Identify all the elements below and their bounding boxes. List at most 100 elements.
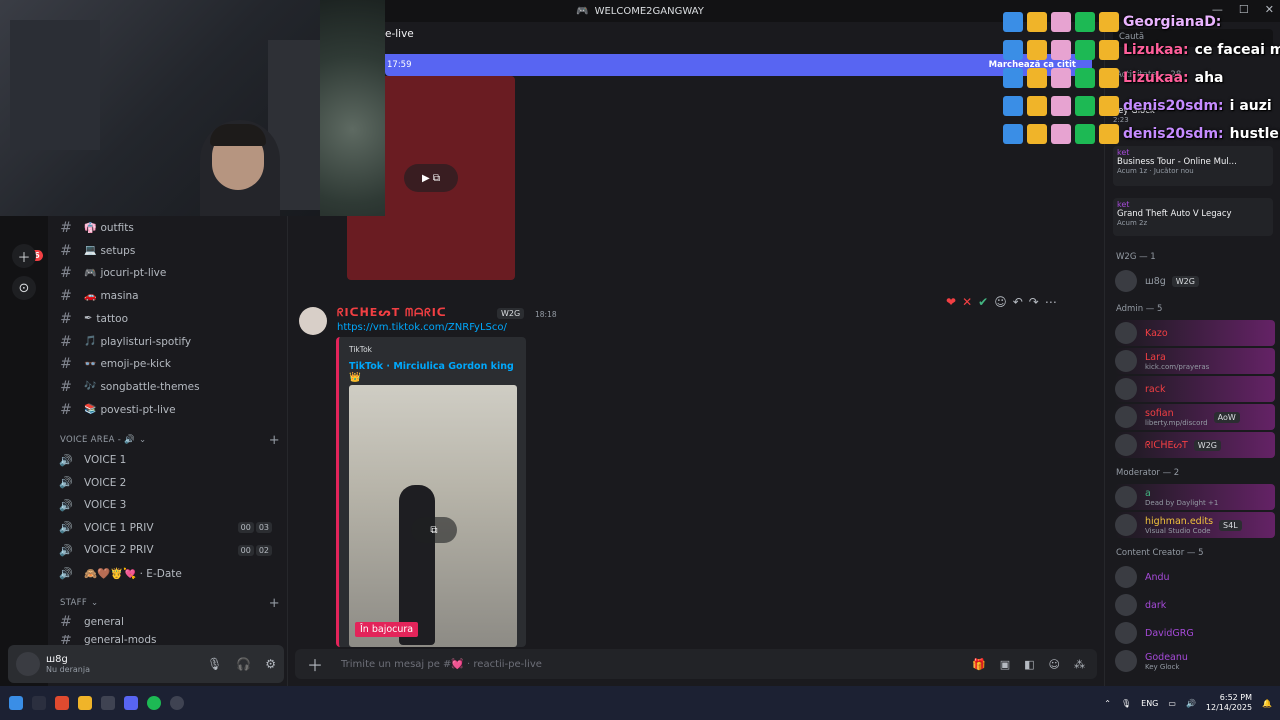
more-icon[interactable]: ⋯ xyxy=(1045,295,1057,309)
channel-label: tattoo xyxy=(96,312,129,325)
forward-icon[interactable]: ↷ xyxy=(1029,295,1039,309)
avatar xyxy=(1115,270,1137,292)
check-reaction-icon[interactable]: ✔ xyxy=(978,295,988,309)
voice-channel-item[interactable]: 🔊 🙈🤎🤴💘 · E-Date xyxy=(56,563,278,583)
member-item[interactable]: Andu xyxy=(1115,564,1275,590)
user-controls: 🎙 🎧 ⚙ xyxy=(207,657,276,671)
member-info: a Dead by Daylight +1 xyxy=(1145,488,1218,507)
member-item[interactable]: ᖇIᑕᕼEᔕT W2G xyxy=(1115,432,1275,458)
member-item[interactable]: dark xyxy=(1115,592,1275,618)
microphone-icon[interactable]: 🎙 xyxy=(207,657,222,671)
activity-card[interactable]: ket Grand Theft Auto V Legacy Acum 2z xyxy=(1113,198,1273,236)
member-info: dark xyxy=(1145,600,1166,611)
network-icon[interactable]: ▭ xyxy=(1168,699,1176,708)
obs-icon[interactable] xyxy=(170,696,184,710)
guild-tag: AoW xyxy=(1213,411,1240,423)
channel-item[interactable]: # 🚗 masina xyxy=(56,286,278,306)
voice-channel-item[interactable]: 🔊 VOICE 1 xyxy=(56,450,278,470)
gift-icon[interactable]: 🎁 xyxy=(972,658,986,671)
add-reaction-icon[interactable]: ☺ xyxy=(994,295,1007,309)
user-info: ш8ց Nu deranja xyxy=(46,654,90,674)
voice-channel-item[interactable]: 🔊 VOICE 2 PRIV 00 02 xyxy=(56,540,278,560)
windows-start-icon[interactable] xyxy=(9,696,23,710)
discord-icon[interactable] xyxy=(124,696,138,710)
channel-item[interactable]: # 👓 emoji-pe-kick xyxy=(56,354,278,374)
channel-item[interactable]: # 💻 setups xyxy=(56,241,278,261)
x-reaction-icon[interactable]: ✕ xyxy=(962,295,972,309)
reply-icon[interactable]: ↶ xyxy=(1013,295,1023,309)
channel-item[interactable]: # general-mods xyxy=(56,635,278,645)
channel-item[interactable]: # 📚 povesti-pt-live xyxy=(56,400,278,420)
member-item[interactable]: Godeanu Key Glock xyxy=(1115,648,1275,674)
clock[interactable]: 6:52 PM 12/14/2025 xyxy=(1206,693,1252,713)
channel-emoji: 🎮 xyxy=(84,267,97,279)
play-icon[interactable]: ▶ ⧉ xyxy=(404,164,458,192)
channel-item[interactable]: # general xyxy=(56,612,278,632)
language-indicator[interactable]: ENG xyxy=(1141,699,1158,708)
member-item[interactable]: sofian liberty.mp/discord AoW xyxy=(1115,404,1275,430)
gif-icon[interactable]: ▣ xyxy=(1000,658,1010,671)
guild-tag: S4L xyxy=(1219,519,1242,531)
search-icon[interactable] xyxy=(32,696,46,710)
notification-icon[interactable]: 🔔 xyxy=(1262,699,1272,708)
volume-icon[interactable]: 🔊 xyxy=(1186,699,1196,708)
member-item[interactable]: ш8ց W2G xyxy=(1115,268,1275,294)
maximize-icon[interactable]: ☐ xyxy=(1239,3,1249,16)
new-messages-bar[interactable]: 17:59 Marchează ca citit xyxy=(385,54,1092,76)
embed-title[interactable]: TikTok · Mirciulica Gordon king 👑 xyxy=(349,361,526,383)
message-author[interactable]: ᖇIᑕᕼEᔕT ᗰᗩᖇIᑕ xyxy=(337,306,447,320)
voice-channel-item[interactable]: 🔊 VOICE 2 xyxy=(56,473,278,493)
channel-header: e-live xyxy=(385,28,414,40)
channel-item[interactable]: # 🎶 songbattle-themes xyxy=(56,377,278,397)
sticker-icon[interactable]: ◧ xyxy=(1024,658,1034,671)
discover-icon[interactable]: ⊙ xyxy=(12,276,36,300)
message-input[interactable]: ＋ Trimite un mesaj pe #💓 · reactii-pe-li… xyxy=(295,649,1097,679)
chevron-down-icon: ⌄ xyxy=(91,598,99,608)
member-item[interactable]: rack xyxy=(1115,376,1275,402)
add-channel-icon[interactable]: + xyxy=(269,433,280,448)
app-icon[interactable] xyxy=(101,696,115,710)
channel-item[interactable]: # ✒ tattoo xyxy=(56,309,278,329)
attach-icon[interactable]: ＋ xyxy=(307,652,323,676)
apps-icon[interactable]: ⁂ xyxy=(1074,658,1085,671)
channel-label: povesti-pt-live xyxy=(100,403,176,416)
microphone-icon[interactable]: 🎙 xyxy=(1121,699,1131,708)
avatar[interactable] xyxy=(299,307,327,335)
add-server-icon[interactable]: ＋ xyxy=(12,244,36,268)
voice-channel-item[interactable]: 🔊 VOICE 3 xyxy=(56,495,278,515)
member-group-label: Content Creator — 5 xyxy=(1116,548,1204,558)
chat-message: aha xyxy=(1194,70,1224,86)
message-toolbar: ❤ ✕ ✔ ☺ ↶ ↷ ⋯ xyxy=(946,295,1057,309)
heart-reaction-icon[interactable]: ❤ xyxy=(946,295,956,309)
browser-icon[interactable] xyxy=(55,696,69,710)
member-item[interactable]: Kazo xyxy=(1115,320,1275,346)
message-link[interactable]: https://vm.tiktok.com/ZNRFyLSco/ xyxy=(337,322,507,333)
member-item[interactable]: DavidGRG xyxy=(1115,620,1275,646)
emoji-icon[interactable]: ☺ xyxy=(1049,658,1060,671)
play-icon[interactable]: ⧉ xyxy=(411,517,457,543)
headphones-icon[interactable]: 🎧 xyxy=(236,657,251,671)
activity-card[interactable]: ket Business Tour - Online Mul... Acum 1… xyxy=(1113,146,1273,186)
staff-category[interactable]: STAFF ⌄ + xyxy=(60,596,282,611)
gear-icon[interactable]: ⚙ xyxy=(265,657,276,671)
embed-video[interactable]: ⧉ În bajocura xyxy=(349,385,517,647)
close-icon[interactable]: ✕ xyxy=(1265,3,1274,16)
channel-item[interactable]: # 🎵 playlisturi-spotify xyxy=(56,332,278,352)
voice-category[interactable]: VOICE AREA - 🔊 ⌄ + xyxy=(60,433,282,448)
server-title: 🎮 WELCOME2GANGWAY xyxy=(576,6,704,17)
badge-icon xyxy=(1051,124,1071,144)
voice-channel-item[interactable]: 🔊 VOICE 1 PRIV 00 03 xyxy=(56,518,278,538)
file-explorer-icon[interactable] xyxy=(78,696,92,710)
channel-item[interactable]: # 👘 outfits xyxy=(56,218,278,238)
member-item[interactable]: Lara kick.com/prayeras xyxy=(1115,348,1275,374)
member-item[interactable]: a Dead by Daylight +1 xyxy=(1115,484,1275,510)
hash-icon: # xyxy=(60,634,72,645)
guild-tag: W2G xyxy=(497,308,525,319)
channel-item[interactable]: # 🎮 jocuri-pt-live xyxy=(56,263,278,283)
avatar[interactable] xyxy=(16,652,40,676)
member-item[interactable]: highman.edits Visual Studio Code S4L xyxy=(1115,512,1275,538)
add-channel-icon[interactable]: + xyxy=(269,596,280,611)
stream-chat-line: denis20sdm: hustler xyxy=(1003,122,1280,146)
chevron-up-icon[interactable]: ⌃ xyxy=(1104,699,1111,708)
spotify-icon[interactable] xyxy=(147,696,161,710)
